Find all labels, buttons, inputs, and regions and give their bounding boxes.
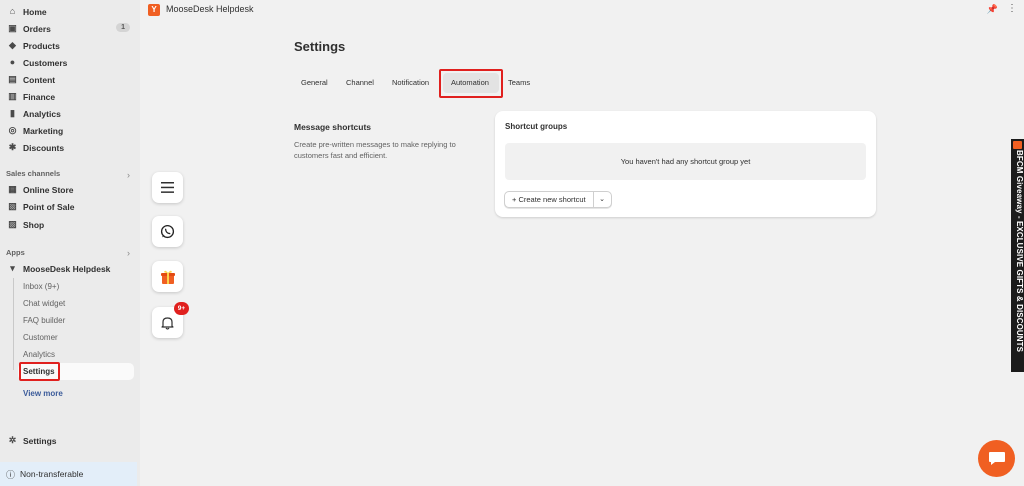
promo-text: BFCM Giveaway - EXCLUSIVE GIFTS & DISCOU…	[1015, 150, 1024, 353]
settings-highlight-box	[19, 362, 60, 381]
sidebar-item-orders[interactable]: ▣ Orders 1	[0, 20, 138, 37]
shop-icon: ▨	[8, 219, 17, 229]
gift-icon	[160, 270, 175, 284]
empty-state: You haven't had any shortcut group yet	[505, 143, 866, 180]
sidebar-item-online-store[interactable]: ▦ Online Store	[0, 181, 138, 198]
apps-chevron-icon[interactable]: ›	[127, 248, 130, 258]
section-title: Message shortcuts	[294, 122, 371, 132]
sub-item-faq-builder[interactable]: FAQ builder	[23, 316, 65, 325]
orders-count-badge: 1	[116, 23, 130, 32]
more-options-icon[interactable]: ⋮	[1007, 3, 1017, 14]
bell-icon	[161, 316, 174, 330]
pos-icon: ▧	[8, 201, 17, 211]
tree-connector	[13, 278, 14, 370]
person-icon: ●	[9, 57, 16, 67]
app-topbar: Y MooseDesk Helpdesk 📌 ⋮	[140, 0, 1024, 20]
store-icon: ▦	[8, 184, 17, 194]
tab-notification[interactable]: Notification	[392, 78, 429, 87]
notification-count-badge: 9+	[174, 302, 189, 315]
non-transferable-bar[interactable]: ⓘ Non-transferable	[0, 462, 137, 486]
orders-icon: ▣	[8, 23, 17, 33]
tab-general[interactable]: General	[301, 78, 328, 87]
gift-button[interactable]	[152, 261, 183, 292]
sidebar-item-products[interactable]: ◆ Products	[0, 37, 138, 54]
card-title: Shortcut groups	[505, 122, 568, 131]
bar-chart-icon: ▮	[10, 108, 15, 118]
automation-highlight-box	[439, 69, 503, 98]
moosedesk-app-icon: ▾	[10, 263, 15, 273]
sidebar-item-discounts[interactable]: ✱ Discounts	[0, 139, 138, 156]
view-more-link[interactable]: View more	[23, 389, 63, 398]
tab-teams[interactable]: Teams	[508, 78, 530, 87]
sales-channels-header: Sales channels	[6, 169, 61, 178]
sub-item-inbox[interactable]: Inbox (9+)	[23, 282, 59, 291]
whatsapp-button[interactable]	[152, 216, 183, 247]
sidebar-item-moosedesk[interactable]: ▾ MooseDesk Helpdesk	[0, 260, 138, 277]
create-shortcut-split-button: + Create new shortcut ⌄	[504, 191, 612, 208]
promo-gift-icon	[1013, 141, 1022, 149]
menu-button[interactable]	[152, 172, 183, 203]
chat-launcher-button[interactable]	[978, 440, 1015, 477]
apps-header: Apps	[6, 248, 25, 257]
sub-item-chat-widget[interactable]: Chat widget	[23, 299, 65, 308]
sub-item-customer[interactable]: Customer	[23, 333, 58, 342]
discount-icon: ✱	[8, 142, 17, 152]
sidebar-item-finance[interactable]: ▥ Finance	[0, 88, 138, 105]
sidebar-item-point-of-sale[interactable]: ▧ Point of Sale	[0, 198, 138, 215]
info-icon: ⓘ	[6, 469, 16, 480]
sidebar-item-home[interactable]: ⌂ Home	[0, 3, 138, 20]
bank-icon: ▥	[8, 91, 17, 101]
moosedesk-logo-icon: Y	[148, 4, 160, 16]
target-icon: ◎	[8, 125, 17, 135]
sidebar-item-marketing[interactable]: ◎ Marketing	[0, 122, 138, 139]
hamburger-icon	[161, 182, 174, 193]
pin-icon[interactable]: 📌	[987, 4, 998, 15]
app-title: MooseDesk Helpdesk	[166, 4, 254, 14]
chat-bubble-icon	[988, 451, 1005, 465]
section-description: Create pre-written messages to make repl…	[294, 140, 456, 160]
whatsapp-icon	[160, 224, 175, 239]
sales-channels-chevron-icon[interactable]: ›	[127, 170, 130, 180]
gear-icon: ✲	[8, 435, 17, 445]
page-title: Settings	[294, 39, 346, 54]
empty-state-text: You haven't had any shortcut group yet	[620, 157, 751, 166]
tab-channel[interactable]: Channel	[346, 78, 374, 87]
app-window: ⌂ Home ▣ Orders 1 ◆ Products ● Customers ▤ Con…	[0, 0, 1024, 486]
sidebar-item-shop[interactable]: ▨ Shop	[0, 216, 138, 233]
create-shortcut-button[interactable]: + Create new shortcut	[505, 192, 594, 207]
chevron-down-icon[interactable]: ⌄	[594, 192, 611, 207]
sidebar-item-customers[interactable]: ● Customers	[0, 54, 138, 71]
sidebar-item-analytics[interactable]: ▮ Analytics	[0, 105, 138, 122]
sidebar-item-content[interactable]: ▤ Content	[0, 71, 138, 88]
sub-item-analytics[interactable]: Analytics	[23, 350, 55, 359]
sidebar: ⌂ Home ▣ Orders 1 ◆ Products ● Customers ▤ Con…	[0, 0, 140, 486]
tag-icon: ◆	[9, 40, 16, 50]
content-icon: ▤	[8, 74, 17, 84]
home-icon: ⌂	[9, 6, 16, 16]
shortcut-groups-card: Shortcut groups You haven't had any shor…	[495, 111, 876, 217]
sidebar-item-settings[interactable]: ✲ Settings	[0, 432, 138, 449]
